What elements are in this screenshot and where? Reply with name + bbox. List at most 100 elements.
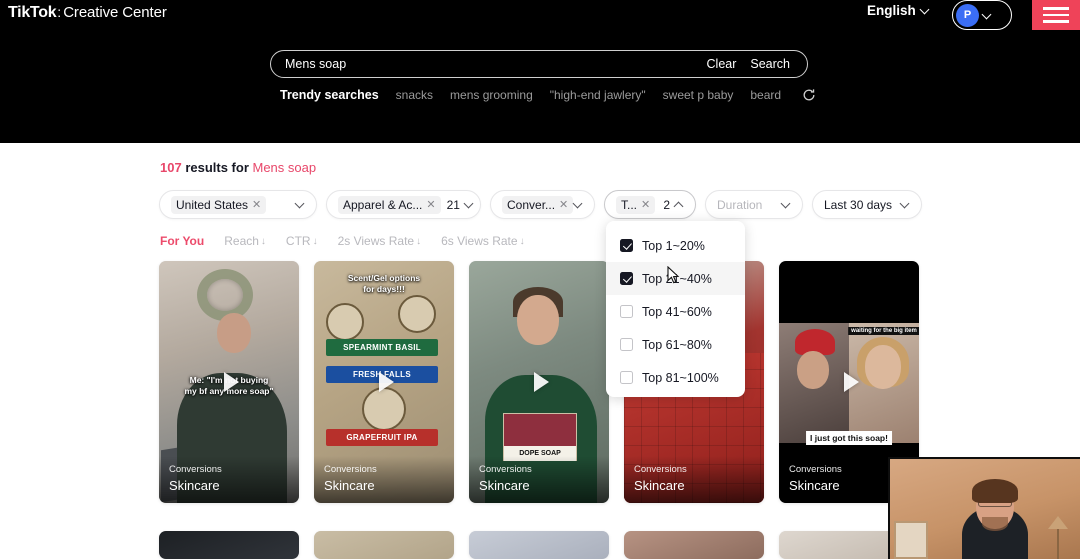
video-card[interactable]: DOPE SOAP Conversions Skincare — [469, 261, 609, 503]
search-bar[interactable]: Clear Search — [270, 50, 808, 78]
filter-duration-label: Duration — [717, 197, 763, 212]
sort-arrow-icon: ↓ — [416, 235, 422, 247]
trendy-search-item[interactable]: beard — [750, 88, 781, 102]
trendy-searches-label: Trendy searches — [280, 88, 379, 102]
play-icon[interactable] — [834, 367, 864, 397]
dropdown-option-top-1-20[interactable]: Top 1~20% — [606, 229, 745, 262]
decor-band-label: GRAPEFRUIT IPA — [346, 433, 418, 442]
dropdown-option-label: Top 81~100% — [642, 370, 719, 385]
trendy-search-item[interactable]: snacks — [396, 88, 433, 102]
trendy-search-item[interactable]: mens grooming — [450, 88, 533, 102]
sort-tab-2s-views-rate[interactable]: 2s Views Rate ↓ — [338, 234, 421, 248]
search-submit-button[interactable]: Search — [746, 57, 794, 71]
sort-arrow-icon: ↓ — [260, 235, 266, 247]
checkbox-icon[interactable] — [620, 305, 633, 318]
search-clear-button[interactable]: Clear — [703, 57, 741, 71]
play-icon[interactable] — [524, 367, 554, 397]
video-card[interactable]: SPEARMINT BASIL FRESH FALLS GRAPEFRUIT I… — [314, 261, 454, 503]
dropdown-option-top-21-40[interactable]: Top 21~40% — [606, 262, 745, 295]
filter-duration[interactable]: Duration — [705, 190, 803, 219]
filter-date-range-label: Last 30 days — [824, 197, 893, 212]
video-card[interactable] — [469, 531, 609, 559]
video-results-grid-row2 — [159, 531, 919, 559]
decor-hair — [972, 479, 1018, 503]
brand-logo[interactable]: TikTok : Creative Center — [8, 4, 167, 22]
checkbox-icon[interactable] — [620, 371, 633, 384]
decor-head — [865, 345, 901, 389]
close-icon[interactable]: ✕ — [252, 198, 261, 211]
checkbox-icon[interactable] — [620, 338, 633, 351]
sort-tab-reach[interactable]: Reach ↓ — [224, 234, 266, 248]
filter-objective[interactable]: Conver... ✕ — [490, 190, 595, 219]
chevron-down-icon — [782, 200, 791, 209]
sort-tab-label: 6s Views Rate — [441, 234, 518, 248]
chevron-down-icon — [465, 200, 474, 209]
video-thumbnail — [624, 531, 764, 559]
dropdown-option-top-61-80[interactable]: Top 61~80% — [606, 328, 745, 361]
results-count: 107 — [160, 160, 182, 175]
sort-tab-ctr[interactable]: CTR ↓ — [286, 234, 318, 248]
account-menu[interactable]: P — [952, 0, 1012, 30]
chevron-down-icon — [901, 200, 910, 209]
sort-tab-label: CTR — [285, 234, 311, 248]
video-objective: Conversions — [634, 464, 687, 475]
dropdown-option-top-41-60[interactable]: Top 41~60% — [606, 295, 745, 328]
results-search-term: Mens soap — [252, 160, 317, 175]
refresh-icon[interactable] — [802, 88, 816, 102]
search-input[interactable] — [271, 57, 703, 71]
decor-head — [517, 295, 559, 345]
video-caption: Scent/Gel options for days!!! — [323, 273, 445, 294]
sort-tab-label: 2s Views Rate — [337, 234, 415, 248]
video-card[interactable] — [159, 531, 299, 559]
close-icon[interactable]: ✕ — [641, 198, 650, 211]
filter-top-range[interactable]: T... ✕ 2 — [604, 190, 696, 219]
play-icon[interactable] — [214, 367, 244, 397]
trendy-search-item[interactable]: sweet p baby — [663, 88, 734, 102]
decor-lamp — [1048, 516, 1070, 559]
video-card[interactable] — [624, 531, 764, 559]
decor-band: SPEARMINT BASIL — [326, 339, 438, 356]
video-card-footer: Conversions Skincare — [469, 456, 609, 503]
play-icon[interactable] — [369, 367, 399, 397]
language-selector[interactable]: English — [867, 3, 930, 18]
video-objective: Conversions — [169, 464, 222, 475]
filter-bar: United States ✕ Apparel & Ac... ✕ 21 Con… — [159, 190, 922, 219]
decor-beard — [982, 517, 1008, 531]
hamburger-menu-button[interactable] — [1032, 0, 1080, 30]
video-category: Skincare — [324, 478, 375, 493]
sort-tab-6s-views-rate[interactable]: 6s Views Rate ↓ — [441, 234, 524, 248]
dropdown-option-top-81-100[interactable]: Top 81~100% — [606, 361, 745, 394]
video-objective: Conversions — [324, 464, 377, 475]
video-category: Skincare — [634, 478, 685, 493]
video-card[interactable] — [314, 531, 454, 559]
filter-category[interactable]: Apparel & Ac... ✕ 21 — [326, 190, 481, 219]
sort-tab-label: For You — [160, 234, 205, 248]
video-caption-box: I just got this soap! — [806, 431, 892, 445]
decor-window — [894, 521, 928, 559]
decor-product-box: DOPE SOAP — [503, 413, 577, 461]
filter-top-range-label: T... — [621, 197, 638, 212]
sort-arrow-icon: ↓ — [312, 235, 318, 247]
video-caption-line: Scent/Gel options — [347, 273, 421, 283]
checkbox-icon[interactable] — [620, 272, 633, 285]
filter-objective-label: Conver... — [507, 197, 556, 212]
video-category: Skincare — [169, 478, 220, 493]
chevron-down-icon — [921, 6, 930, 15]
checkbox-icon[interactable] — [620, 239, 633, 252]
sort-arrow-icon: ↓ — [519, 235, 525, 247]
filter-date-range[interactable]: Last 30 days — [812, 190, 922, 219]
dropdown-option-label: Top 41~60% — [642, 304, 712, 319]
filter-country[interactable]: United States ✕ — [159, 190, 317, 219]
decor-band-label: SPEARMINT BASIL — [343, 343, 421, 352]
results-middle-text: results for — [181, 160, 253, 175]
webcam-overlay[interactable] — [888, 457, 1080, 559]
trendy-search-item[interactable]: "high-end jawlery" — [550, 88, 646, 102]
video-card[interactable]: Me: "I'm not buying my bf any more soap"… — [159, 261, 299, 503]
close-icon[interactable]: ✕ — [559, 198, 568, 211]
decor-product-top — [504, 414, 576, 446]
chevron-up-icon — [675, 200, 684, 209]
close-icon[interactable]: ✕ — [426, 198, 435, 211]
brand-tiktok-text: TikTok — [8, 4, 57, 21]
sort-tab-for-you[interactable]: For You — [160, 234, 204, 248]
trendy-searches-row: Trendy searches snacks mens grooming "hi… — [280, 88, 816, 102]
